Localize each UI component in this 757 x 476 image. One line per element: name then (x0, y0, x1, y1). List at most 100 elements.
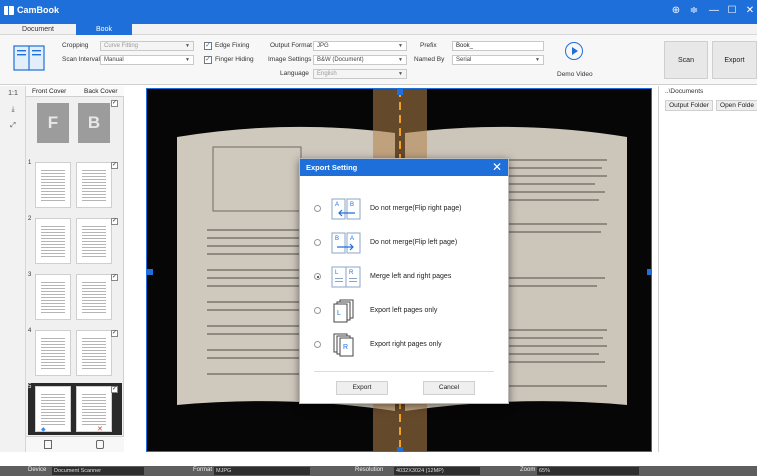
output-path: ..\Documents (665, 88, 704, 95)
scan-button[interactable]: Scan (664, 41, 708, 79)
page-thumb-right[interactable] (76, 330, 112, 376)
close-icon[interactable]: ✕ (492, 160, 502, 174)
copy-icon[interactable] (96, 440, 104, 449)
page-thumb-left[interactable] (35, 162, 71, 208)
crop-handle-right[interactable] (647, 269, 651, 275)
page-number: 5 (28, 384, 32, 390)
toolbar: Cropping Curve Fitting ▼ Scan Interval Ma… (0, 35, 757, 85)
option-label: Export left pages only (370, 307, 438, 314)
flip-right-icon: AB (331, 198, 361, 220)
resolution-select[interactable]: 4032X3024 (12MP) (394, 467, 480, 475)
prefix-input[interactable]: Book_ (452, 41, 544, 51)
export-button[interactable]: Export (712, 41, 757, 79)
radio-merge-pages[interactable] (314, 273, 321, 280)
option-left-pages-only[interactable]: L Export left pages only (314, 297, 496, 325)
named-by-select[interactable]: Serial ▼ (452, 55, 544, 65)
delete-page-icon[interactable]: ✕ (97, 425, 103, 433)
radio-right-pages-only[interactable] (314, 341, 321, 348)
option-flip-right[interactable]: AB Do not merge(Flip right page) (314, 195, 496, 223)
named-by-value: Serial (456, 57, 472, 63)
fit-screen-icon[interactable]: ⤢ (7, 122, 19, 130)
open-folder-button[interactable]: Open Folde (716, 100, 757, 111)
page-checkbox[interactable]: ✓ (111, 330, 118, 337)
cropping-select[interactable]: Curve Fitting ▼ (100, 41, 194, 51)
edge-fixing-checkbox[interactable]: ✓ (204, 42, 212, 50)
export-setting-dialog: Export Setting ✕ AB Do not merge(Flip ri… (299, 158, 509, 404)
download-icon[interactable]: ⤓ (7, 106, 19, 114)
demo-video-play-icon[interactable] (565, 42, 583, 60)
close-button[interactable]: ✕ (742, 4, 757, 18)
demo-video-label[interactable]: Demo Video (557, 71, 593, 78)
right-pages-icon: R (333, 333, 354, 357)
radio-flip-left[interactable] (314, 239, 321, 246)
app-logo-icon (4, 6, 14, 15)
book-mode-icon (13, 45, 45, 71)
chevron-down-icon: ▼ (535, 57, 540, 63)
output-folder-button[interactable]: Output Folder (665, 100, 713, 111)
page-thumb-left[interactable] (35, 218, 71, 264)
page-thumb-right[interactable] (76, 274, 112, 320)
format-select[interactable]: MJPG (214, 467, 310, 475)
front-cover-tab[interactable]: Front Cover (32, 88, 66, 95)
menu-icon[interactable]: ≑ (686, 4, 702, 18)
device-select[interactable]: Document Scanner (52, 467, 144, 475)
page-checkbox[interactable]: ✓ (111, 274, 118, 281)
page-thumb-right[interactable] (76, 162, 112, 208)
zoom-select[interactable]: 65% (537, 467, 639, 475)
radio-left-pages-only[interactable] (314, 307, 321, 314)
radio-flip-right[interactable] (314, 205, 321, 212)
scan-interval-value: Manual (104, 57, 124, 63)
output-format-select[interactable]: JPG ▼ (313, 41, 407, 51)
globe-icon[interactable]: ⊕ (668, 4, 684, 18)
page-thumb-left[interactable] (35, 274, 71, 320)
crop-handle-top[interactable] (397, 89, 403, 95)
edge-fixing-label: Edge Fixing (215, 42, 250, 49)
svg-text:A: A (335, 202, 339, 208)
crop-handle-left[interactable] (147, 269, 153, 275)
svg-text:B: B (350, 202, 354, 208)
tab-book[interactable]: Book (76, 24, 132, 35)
actual-size-button[interactable]: 1:1 (7, 90, 19, 97)
page-number: 2 (28, 216, 32, 222)
trash-icon[interactable] (44, 440, 52, 449)
front-cover-thumb[interactable]: F (37, 103, 69, 143)
dialog-cancel-button[interactable]: Cancel (423, 381, 475, 395)
back-cover-thumb[interactable]: B (78, 103, 110, 143)
page-thumb-left[interactable] (35, 330, 71, 376)
language-select[interactable]: English ▼ (313, 69, 407, 79)
prefix-label: Prefix (420, 42, 437, 49)
image-settings-label: Image Settings (268, 56, 312, 63)
back-cover-tab[interactable]: Back Cover (84, 88, 118, 95)
tab-document[interactable]: Document (2, 24, 74, 35)
chevron-down-icon: ▼ (185, 43, 190, 49)
finger-hiding-label: Finger Hiding (215, 56, 254, 63)
view-tools-bar: 1:1 ⤓ ⤢ (0, 86, 26, 452)
page-checkbox[interactable]: ✓ (111, 162, 118, 169)
status-bar: Device Document Scanner Format MJPG Reso… (0, 466, 757, 476)
page-checkbox[interactable]: ✓ (111, 386, 118, 393)
image-settings-select[interactable]: B&W (Document) ▼ (313, 55, 407, 65)
output-format-label: Output Format (270, 42, 312, 49)
app-title: CamBook (17, 5, 60, 15)
option-flip-left[interactable]: BA Do not merge(Flip left page) (314, 229, 496, 257)
back-cover-checkbox[interactable]: ✓ (111, 100, 118, 107)
page-thumbnails-panel: Front Cover Back Cover F B ✓ 1 ✓ 2 ✓ 3 ✓… (26, 86, 124, 452)
option-merge-pages[interactable]: LR Merge left and right pages (314, 263, 496, 291)
scan-interval-select[interactable]: Manual ▼ (100, 55, 194, 65)
chevron-down-icon: ▼ (398, 43, 403, 49)
minimize-button[interactable]: — (706, 4, 722, 18)
dialog-export-button[interactable]: Export (336, 381, 388, 395)
dialog-header: Export Setting ✕ (300, 159, 508, 176)
title-bar: CamBook ⊕ ≑ — ☐ ✕ (0, 0, 757, 24)
option-right-pages-only[interactable]: R Export right pages only (314, 331, 496, 359)
page-thumb-right[interactable] (76, 218, 112, 264)
dialog-title: Export Setting (306, 163, 358, 172)
page-thumb-right[interactable] (76, 386, 112, 432)
cropping-label: Cropping (62, 42, 89, 49)
dialog-divider (314, 371, 494, 372)
pin-icon[interactable]: ◆ (41, 426, 46, 433)
maximize-button[interactable]: ☐ (724, 4, 740, 18)
page-checkbox[interactable]: ✓ (111, 218, 118, 225)
crop-handle-bottom[interactable] (397, 447, 403, 451)
finger-hiding-checkbox[interactable]: ✓ (204, 56, 212, 64)
